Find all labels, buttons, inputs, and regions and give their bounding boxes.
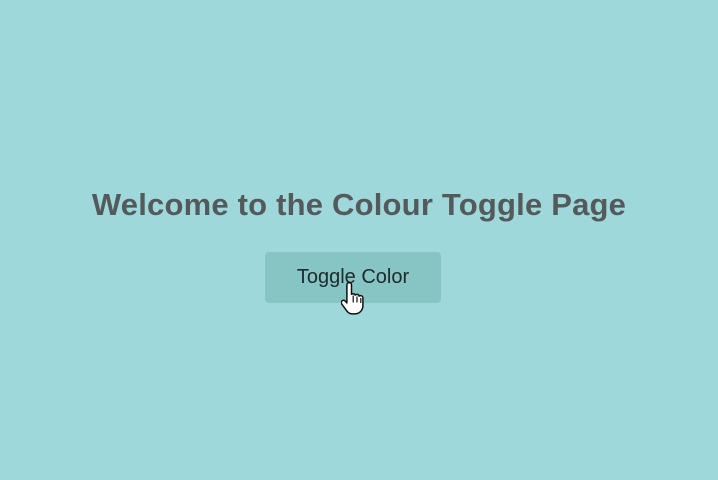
page-title: Welcome to the Colour Toggle Page <box>91 187 627 222</box>
page-container: Welcome to the Colour Toggle Page Toggle… <box>0 0 718 480</box>
hand-pointer-cursor-icon <box>341 281 364 315</box>
